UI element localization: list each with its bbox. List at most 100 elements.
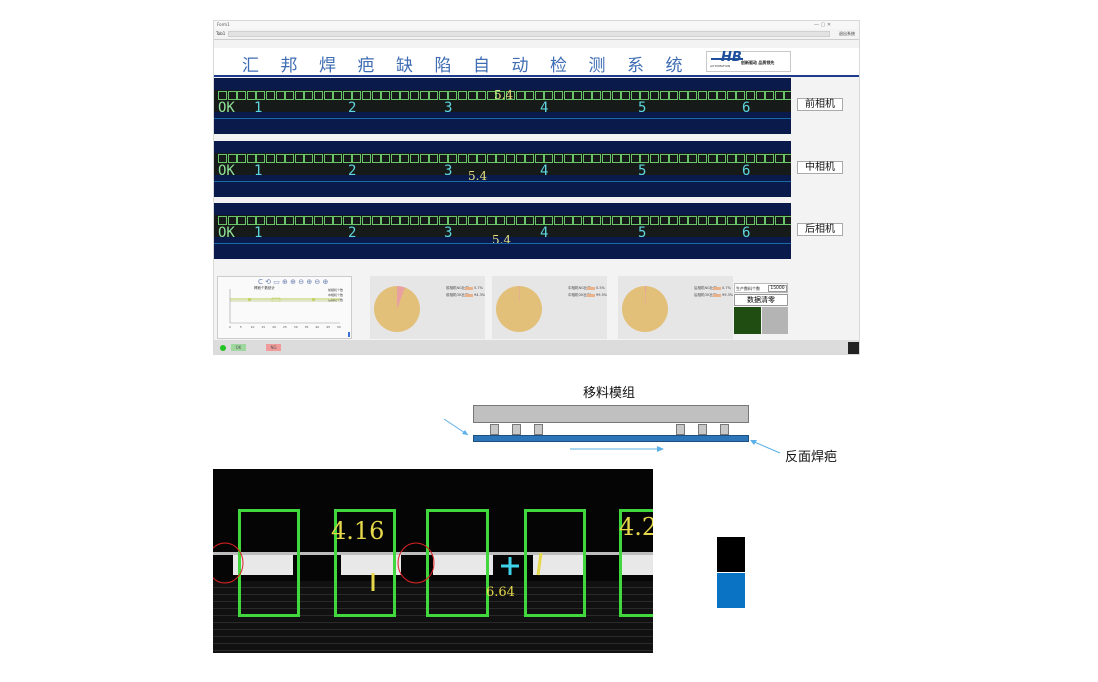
detection-box [755,216,765,225]
detection-box [371,154,381,163]
window-controls[interactable]: — ▢ ✕ [814,22,831,28]
pie-legend-value: 0.5% [596,286,605,290]
chart-x-tick: 35 [304,325,309,329]
detection-box [554,216,563,225]
chart-scrollbar[interactable] [348,332,350,337]
pie-legend-value: 94.3% [474,293,486,297]
detection-box [304,91,314,100]
detection-box [419,154,429,163]
detection-box [486,154,496,163]
detection-box [534,216,544,225]
detection-box [352,154,362,163]
banner-char: 缺 [396,56,413,76]
app-window: Form1 — ▢ ✕ Tab1 退出系统 汇 邦 焊 疤 缺 陷 自 动 检 测 系 统 HB AU… [213,20,860,355]
detection-box [774,154,784,163]
detection-box [534,91,544,100]
detection-box [246,154,256,163]
detection-box [400,216,410,225]
detection-box [698,91,707,100]
banner-char: 动 [511,56,529,76]
count-chart [229,289,340,324]
detection-box [467,216,477,225]
detection-box [659,216,669,225]
detection-box [419,216,429,225]
detection-box [592,154,602,163]
detection-box [218,216,227,225]
detection-box [726,154,736,163]
weld-index: 6 [742,100,751,116]
detection-box [717,154,727,163]
ok-button[interactable]: OK [231,344,246,351]
weld-index: 2 [348,163,357,179]
detection-box [371,91,381,100]
logo-line [711,58,743,60]
detection-box [534,154,544,163]
transfer-module-label: 移料模组 [583,386,636,401]
detection-box [256,91,266,100]
detection-box [707,154,717,163]
detection-box [448,91,458,100]
detection-box [659,154,669,163]
detection-box [698,154,707,163]
camera-label-1[interactable]: 前相机 [797,98,843,111]
title-bar: Form1 — ▢ ✕ [214,21,859,29]
detection-box [467,154,477,163]
detection-box [342,91,352,100]
weld-index: 1 [254,100,263,116]
banner-char: 陷 [434,56,452,76]
camera-label-3[interactable]: 后相机 [797,223,843,236]
detection-box [515,216,525,225]
camera-label-2[interactable]: 中相机 [797,161,843,174]
detection-box [602,216,611,225]
detection-box [352,91,362,100]
detection-box [621,216,631,225]
detection-box [419,91,429,100]
detection-box [774,216,784,225]
detection-box [352,216,362,225]
weld-index: 1 [254,225,263,241]
chart-x-tick: 25 [283,325,287,329]
detection-box [246,91,256,100]
detection-box [448,216,458,225]
detection-box [477,91,487,100]
detection-box [458,154,467,163]
detection-box [746,154,755,163]
detection-box [410,216,419,225]
detection-box [429,216,439,225]
tab-main[interactable]: Tab1 [216,31,225,36]
series-marker [271,297,281,302]
detection-box [669,154,679,163]
detection-box [438,91,448,100]
detection-box [515,154,525,163]
weld-index: 6 [742,225,751,241]
detection-box [323,91,333,100]
status-bar: OK NG [214,340,859,354]
weld-index: 5 [638,225,647,241]
detection-box [333,91,343,100]
detection-box [525,216,535,225]
camera-view-3: OK 1 2 3 4 5 6 5.4 [214,203,791,259]
detection-box [381,154,391,163]
logo-slogan: 创新驱动 品质领先 [741,60,775,65]
detection-box [237,154,247,163]
camera-status: OK [218,100,235,116]
logo-sub: AUTOMATION [710,64,731,68]
detection-box [621,154,631,163]
clear-data-button[interactable]: 数据清零 [734,294,788,306]
tab-bar: Tab1 退出系统 [214,29,859,40]
ng-button[interactable]: NG [266,344,281,351]
banner-char: 汇 [242,56,259,76]
defect-circle [397,542,435,584]
detection-box [333,154,343,163]
detection-box [755,154,765,163]
detection-box [410,154,419,163]
detection-box [726,91,736,100]
exit-button[interactable]: 退出系统 [839,31,855,37]
detection-box [342,154,352,163]
banner-char: 疤 [357,56,375,76]
detection-box [314,154,323,163]
detection-box [525,154,535,163]
pie-legend-swatch [713,294,721,297]
detection-box [285,91,295,100]
detection-box [438,154,448,163]
